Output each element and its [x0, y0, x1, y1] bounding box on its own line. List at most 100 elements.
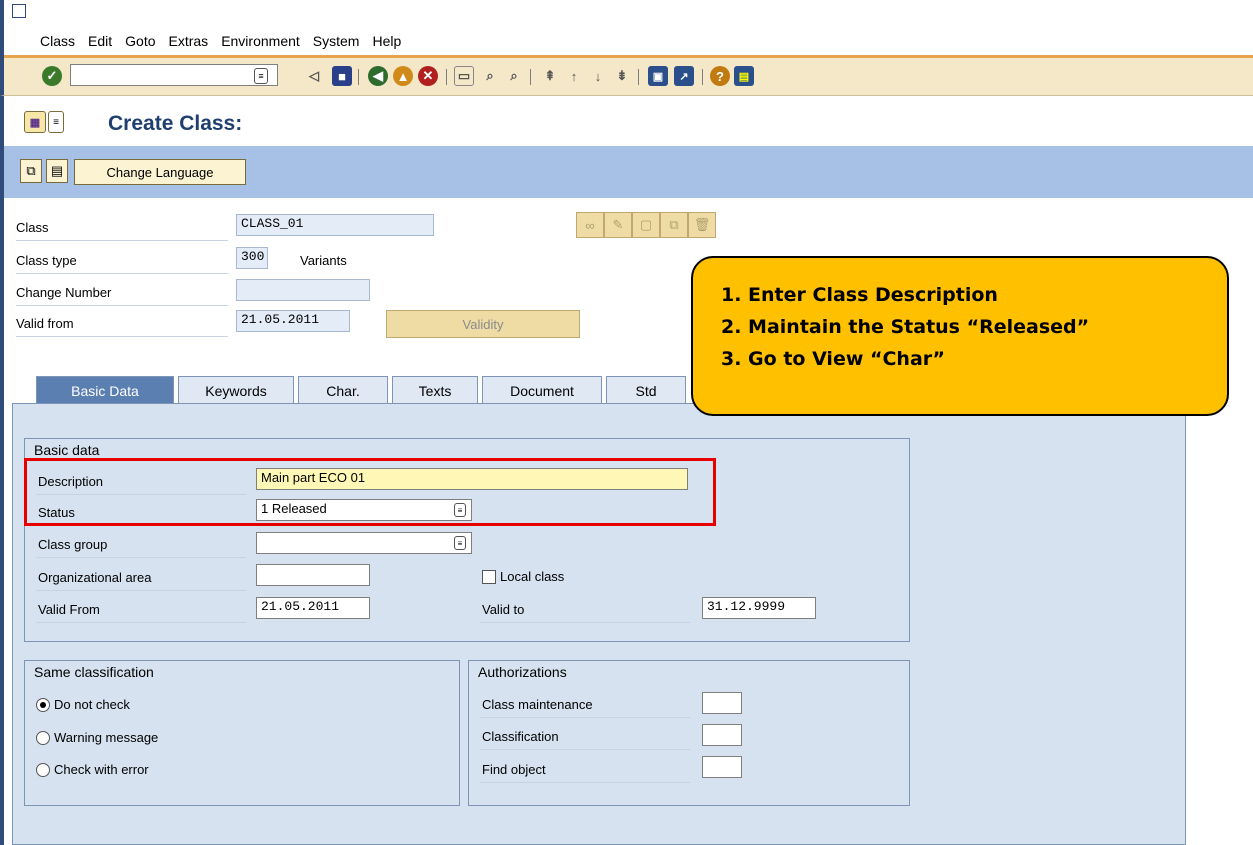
- class-maintenance-field[interactable]: [702, 692, 742, 714]
- save-icon[interactable]: ■: [332, 66, 352, 86]
- classification-label: Classification: [482, 729, 559, 744]
- org-area-label: Organizational area: [38, 570, 152, 585]
- class-maintenance-label: Class maintenance: [482, 697, 593, 712]
- exit-icon[interactable]: ▲: [393, 66, 413, 86]
- first-page-icon[interactable]: ⇞: [540, 66, 560, 86]
- find-object-label: Find object: [482, 762, 546, 777]
- create-button[interactable]: ▢: [632, 212, 660, 238]
- display-change-icon: ⧉: [26, 163, 36, 178]
- menu-extras[interactable]: Extras: [169, 33, 209, 49]
- radio-do-not-check[interactable]: [36, 698, 50, 712]
- cancel-icon[interactable]: ✕: [418, 66, 438, 86]
- menu-class[interactable]: Class: [40, 33, 75, 49]
- pencil-button[interactable]: ✎: [604, 212, 632, 238]
- authorizations-title: Authorizations: [474, 664, 571, 680]
- toolbar-separator: [446, 69, 447, 85]
- help-icon[interactable]: ?: [710, 66, 730, 86]
- change-number-label: Change Number: [16, 285, 112, 300]
- tab-std[interactable]: Std: [606, 376, 686, 404]
- basic-data-title: Basic data: [30, 442, 104, 458]
- command-field[interactable]: [70, 64, 278, 86]
- valid-from-field[interactable]: 21.05.2011: [236, 310, 350, 332]
- instruction-step: 3. Go to View “Char”: [721, 348, 945, 370]
- tab-char[interactable]: Char.: [298, 376, 388, 404]
- enter-icon[interactable]: ✓: [42, 66, 62, 86]
- delete-button[interactable]: 🗑: [688, 212, 716, 238]
- class-group-label: Class group: [38, 537, 108, 552]
- radio-warning-message[interactable]: [36, 731, 50, 745]
- valid-from-label: Valid from: [16, 316, 74, 331]
- tab-texts[interactable]: Texts: [392, 376, 478, 404]
- next-page-icon[interactable]: ↓: [588, 66, 608, 86]
- change-language-button[interactable]: Change Language: [74, 159, 246, 185]
- object-list-icon[interactable]: ▦: [24, 111, 46, 133]
- classification-field[interactable]: [702, 724, 742, 746]
- class-type-label: Class type: [16, 253, 77, 268]
- menu-help[interactable]: Help: [372, 33, 401, 49]
- print-icon[interactable]: ▭: [454, 66, 474, 86]
- local-class-checkbox[interactable]: [482, 570, 496, 584]
- find-icon[interactable]: ⌕: [480, 66, 500, 86]
- valid-from-basic-field[interactable]: 21.05.2011: [256, 597, 370, 619]
- valid-to-field[interactable]: 31.12.9999: [702, 597, 816, 619]
- valid-from-basic-label: Valid From: [38, 602, 100, 617]
- label-underline: [16, 336, 228, 337]
- other-object-button[interactable]: ▤: [46, 159, 68, 183]
- toolbar-separator: [638, 69, 639, 85]
- warning-message-label: Warning message: [54, 730, 159, 745]
- menu-goto[interactable]: Goto: [125, 33, 155, 49]
- new-session-icon[interactable]: ▣: [648, 66, 668, 86]
- glasses-button[interactable]: ∞: [576, 212, 604, 238]
- class-group-dropdown-icon[interactable]: ≡: [454, 536, 466, 550]
- back-arrow-icon[interactable]: ◁: [304, 66, 324, 86]
- change-number-field[interactable]: [236, 279, 370, 301]
- previous-page-icon[interactable]: ↑: [564, 66, 584, 86]
- local-class-label: Local class: [500, 569, 565, 584]
- page-title: Create Class:: [108, 112, 243, 135]
- find-object-field[interactable]: [702, 756, 742, 778]
- highlight-box: [24, 458, 716, 526]
- valid-to-label: Valid to: [482, 602, 525, 617]
- menu-environment[interactable]: Environment: [221, 33, 300, 49]
- instruction-list: 1. Enter Class Description 2. Maintain t…: [721, 284, 1089, 380]
- tab-document[interactable]: Document: [482, 376, 602, 404]
- new-document-icon: ▢: [639, 217, 653, 232]
- tab-basic-data[interactable]: Basic Data: [36, 376, 174, 404]
- class-type-field[interactable]: 300: [236, 247, 268, 269]
- find-next-icon[interactable]: ⌕: [504, 66, 524, 86]
- menu-dropdown-icon[interactable]: ≡: [48, 111, 64, 133]
- toolbar-separator: [702, 69, 703, 85]
- copy-icon: ⧉: [669, 217, 679, 232]
- instruction-callout: 1. Enter Class Description 2. Maintain t…: [691, 256, 1229, 416]
- do-not-check-label: Do not check: [54, 697, 130, 712]
- tab-keywords[interactable]: Keywords: [178, 376, 294, 404]
- application-toolbar: ⧉ ▤ Change Language: [0, 146, 1253, 198]
- class-group-field[interactable]: [256, 532, 472, 554]
- label-underline: [16, 240, 228, 241]
- validity-button[interactable]: Validity: [386, 310, 580, 338]
- toolbar-separator: [530, 69, 531, 85]
- system-menu-icon[interactable]: [12, 4, 26, 18]
- label-underline: [36, 590, 246, 591]
- back-icon[interactable]: ◀: [368, 66, 388, 86]
- label-underline: [16, 273, 228, 274]
- menu-system[interactable]: System: [313, 33, 360, 49]
- menu-bar: Class Edit Goto Extras Environment Syste…: [0, 0, 1253, 58]
- pencil-icon: ✎: [612, 217, 624, 232]
- class-type-text: Variants: [300, 253, 347, 268]
- label-underline: [36, 622, 246, 623]
- check-with-error-label: Check with error: [54, 762, 149, 777]
- radio-check-with-error[interactable]: [36, 763, 50, 777]
- last-page-icon[interactable]: ⇟: [612, 66, 632, 86]
- copy-button[interactable]: ⧉: [660, 212, 688, 238]
- command-history-icon[interactable]: ≡: [254, 68, 268, 84]
- instruction-step: 1. Enter Class Description: [721, 284, 998, 306]
- org-area-field[interactable]: [256, 564, 370, 586]
- menu-edit[interactable]: Edit: [88, 33, 112, 49]
- display-change-button[interactable]: ⧉: [20, 159, 42, 183]
- shortcut-icon[interactable]: ↗: [674, 66, 694, 86]
- layout-menu-icon[interactable]: ▤: [734, 66, 754, 86]
- class-label: Class: [16, 220, 49, 235]
- label-underline: [36, 557, 246, 558]
- class-field[interactable]: CLASS_01: [236, 214, 434, 236]
